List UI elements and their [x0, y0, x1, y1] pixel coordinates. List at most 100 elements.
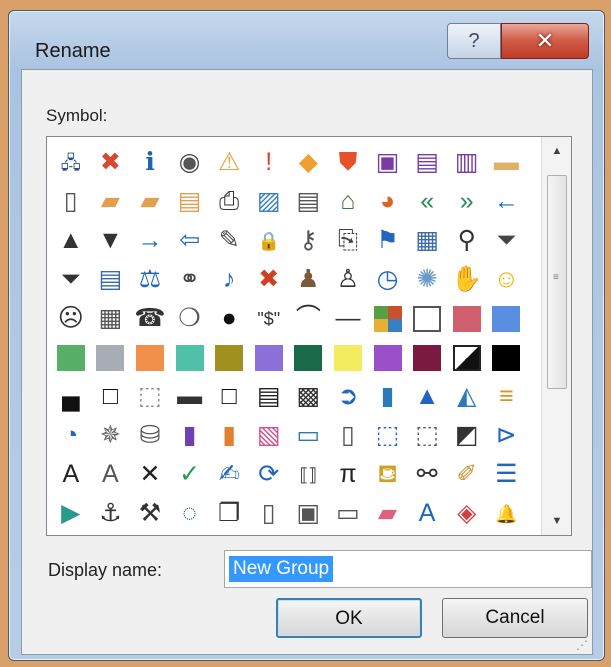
eye-arc-icon[interactable]: ⌒ [289, 299, 329, 338]
swatch-green[interactable] [51, 338, 91, 377]
shaded-a-icon[interactable]: A [91, 455, 131, 494]
back-double-icon[interactable]: « [407, 182, 447, 221]
border-box-icon[interactable]: □ [91, 377, 131, 416]
dash-line-icon[interactable]: — [328, 299, 368, 338]
swatch-lavender[interactable] [249, 338, 289, 377]
border-stripe-icon[interactable]: ▤ [249, 377, 289, 416]
cancel-button[interactable]: Cancel [442, 598, 588, 638]
border-dotted-icon[interactable]: ⬚ [130, 377, 170, 416]
binary-icon[interactable]: ⟦⟧ [289, 455, 329, 494]
cross-icon[interactable]: ✕ [130, 455, 170, 494]
folder-icon[interactable]: ▬ [487, 143, 527, 182]
sad-face-icon[interactable]: ☹ [51, 299, 91, 338]
paint-bucket-icon[interactable]: ⛾ [368, 455, 408, 494]
lasso-icon[interactable]: ◌ [170, 494, 210, 533]
swatch-pink[interactable] [447, 299, 487, 338]
bullet-list-icon[interactable]: ☰ [487, 455, 527, 494]
book-orange-icon[interactable]: ▮ [209, 416, 249, 455]
office-logo-icon[interactable]: ◈ [447, 494, 487, 533]
reading-view-icon[interactable]: ▤ [91, 260, 131, 299]
bell-icon[interactable]: 🔔 [487, 494, 527, 533]
area-chart-icon[interactable]: ▭ [289, 416, 329, 455]
link-rings-icon[interactable]: ⚭ [170, 260, 210, 299]
presenter-icon[interactable]: ♟ [289, 260, 329, 299]
text-box-a-icon[interactable]: A [51, 455, 91, 494]
swatch-blue[interactable] [487, 299, 527, 338]
book-purple-icon[interactable]: ▮ [170, 416, 210, 455]
microphone-icon[interactable]: ♪ [209, 260, 249, 299]
cone-icon[interactable]: ▲ [407, 377, 447, 416]
smiley-icon[interactable]: ☺ [487, 260, 527, 299]
display-name-input[interactable]: New Group [224, 550, 592, 588]
swatch-orange[interactable] [130, 338, 170, 377]
brush-icon[interactable]: ✐ [447, 455, 487, 494]
compare-icon[interactable]: ▥ [447, 143, 487, 182]
print-icon[interactable]: ⎙ [209, 182, 249, 221]
circle-left-arrow-icon[interactable]: ⇦ [170, 221, 210, 260]
key-icon[interactable]: ⚷ [289, 221, 329, 260]
pi-icon[interactable]: π [328, 455, 368, 494]
calculator-icon[interactable]: ▦ [91, 299, 131, 338]
chart-edit-icon[interactable]: ✍ [209, 455, 249, 494]
toolbox-icon[interactable]: ⚒ [130, 494, 170, 533]
folders-icon[interactable]: ▰ [130, 182, 170, 221]
warning-icon[interactable]: ⚠ [209, 143, 249, 182]
sparkle-icon[interactable]: ✺ [407, 260, 447, 299]
database-icon[interactable]: ⛁ [130, 416, 170, 455]
door-icon[interactable]: ▯ [249, 494, 289, 533]
forward-double-icon[interactable]: » [447, 182, 487, 221]
checker-icon[interactable]: ▩ [289, 377, 329, 416]
contact-card-icon[interactable]: ⬚ [368, 416, 408, 455]
scroll-up-icon[interactable]: ▲ [542, 137, 571, 165]
swatch-maroon[interactable] [407, 338, 447, 377]
envelope-open-icon[interactable]: ✉ [51, 533, 91, 535]
play-icon[interactable]: ▶ [51, 494, 91, 533]
radar-icon[interactable]: ✵ [91, 416, 131, 455]
symbol-list[interactable]: 🖧 ✖ ℹ ◉ ⚠! ◆ ⛊ ▣ ▤ ▥ ▬ ▯ ▰ ▰ ▤ ⎙ ▨ ▤ ⌂ ◕ « » ← ▲ ▼ → ⇦ ✎ 🔒 ⚷ ⎘ ⚑ ▦ ⚲ ⏷ ⏷ ▤ ⚖ ⚭… [46, 136, 572, 536]
new-page-icon[interactable]: ▯ [51, 182, 91, 221]
swatch-purple[interactable] [368, 338, 408, 377]
frame-icon[interactable]: ▯ [328, 416, 368, 455]
org-chart-icon[interactable]: 🖧 [51, 143, 91, 182]
scroll-down-icon[interactable]: ▼ [542, 507, 571, 535]
slash-chart-icon[interactable]: ◩ [447, 416, 487, 455]
filter-icon[interactable]: ⏷ [487, 221, 527, 260]
bar-chart-icon[interactable]: ▮ [368, 377, 408, 416]
document-edit-icon[interactable]: ▤ [289, 182, 329, 221]
flow-icon[interactable]: ⊳ [487, 416, 527, 455]
funnel-icon[interactable]: ⏷ [51, 260, 91, 299]
swatch-olive[interactable] [209, 338, 249, 377]
mute-icon[interactable]: ✖ [249, 260, 289, 299]
pie-segment-icon[interactable]: ◔ [51, 416, 91, 455]
shield-icon[interactable]: ⛊ [328, 143, 368, 182]
right-arrow-icon[interactable]: → [130, 221, 170, 260]
clock-icon[interactable]: ◷ [368, 260, 408, 299]
piggy-bank-icon[interactable]: ❍ [170, 299, 210, 338]
pie-chart-icon[interactable]: ◕ [368, 182, 408, 221]
symbol-scrollbar[interactable]: ▲ ≡ ▼ [541, 137, 571, 535]
eraser-icon[interactable]: ▰ [368, 494, 408, 533]
triangle-down-icon[interactable]: ▼ [91, 221, 131, 260]
person-icon[interactable]: ♙ [328, 260, 368, 299]
scales-icon[interactable]: ⚖ [130, 260, 170, 299]
swatch-black[interactable] [487, 338, 527, 377]
frame-select-icon[interactable]: ▣ [289, 494, 329, 533]
check-icon[interactable]: ✓ [170, 455, 210, 494]
anchor-icon[interactable]: ⚓ [91, 494, 131, 533]
picture-icon[interactable]: ▨ [249, 182, 289, 221]
swatch-yellow[interactable] [328, 338, 368, 377]
copy-icon[interactable]: ❐ [209, 494, 249, 533]
refresh-icon[interactable]: ⟳ [249, 455, 289, 494]
ok-button[interactable]: OK [276, 598, 422, 638]
save-icon[interactable]: ▣ [368, 143, 408, 182]
exclamation-icon[interactable]: ! [249, 143, 289, 182]
home-icon[interactable]: ⌂ [328, 182, 368, 221]
binoculars-icon[interactable]: ⚯ [407, 455, 447, 494]
script-icon[interactable]: ⎘ [328, 221, 368, 260]
dollar-string-icon[interactable]: "$" [249, 299, 289, 338]
circle-arrow-icon[interactable]: ➲ [328, 377, 368, 416]
info-icon[interactable]: ℹ [130, 143, 170, 182]
magnifier-icon[interactable]: ⚲ [447, 221, 487, 260]
border-bottom-icon[interactable]: ▄ [51, 377, 91, 416]
triangle-up-icon[interactable]: ▲ [51, 221, 91, 260]
